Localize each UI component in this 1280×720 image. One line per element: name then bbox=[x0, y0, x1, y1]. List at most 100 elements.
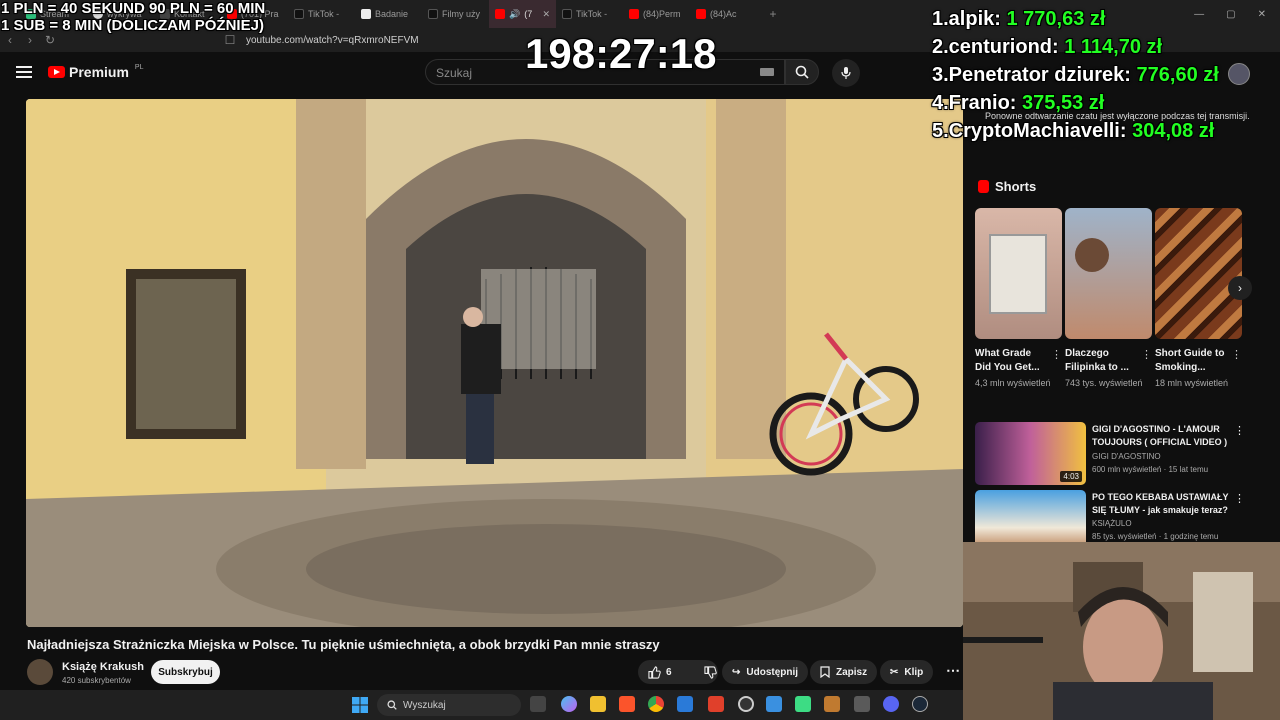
short-card[interactable]: What Grade Did You Get... 4,3 mln wyświe… bbox=[975, 208, 1062, 390]
top-donor-row: 1.alpik: 1 770,63 zł bbox=[932, 8, 1105, 31]
more-options-icon[interactable]: ⋮ bbox=[1141, 348, 1152, 361]
channel-avatar[interactable] bbox=[27, 659, 53, 685]
thumbs-down-icon bbox=[703, 665, 717, 679]
clip-label: Klip bbox=[904, 666, 924, 678]
like-dislike-group: 6 bbox=[638, 660, 718, 684]
short-views: 18 mln wyświetleń bbox=[1155, 378, 1229, 388]
maximize-icon[interactable]: ▢ bbox=[1226, 9, 1235, 20]
more-options-icon[interactable]: ⋮ bbox=[1051, 348, 1062, 361]
channel-name: KSIĄŻULO bbox=[1092, 519, 1132, 528]
minimize-icon[interactable]: — bbox=[1194, 9, 1204, 20]
video-player[interactable] bbox=[26, 99, 963, 627]
brave-icon[interactable] bbox=[708, 696, 724, 712]
browser-tab[interactable]: TikTok - bbox=[556, 0, 623, 28]
more-options-icon[interactable]: ⋮ bbox=[1234, 424, 1245, 437]
browser-tab[interactable]: (84)Ac bbox=[690, 0, 757, 28]
obs-icon[interactable] bbox=[738, 696, 754, 712]
url-field[interactable]: youtube.com/watch?v=qRxmroNEFVM bbox=[246, 35, 419, 46]
browser-tab[interactable]: (84)Perm bbox=[623, 0, 690, 28]
logo-text: Premium bbox=[69, 64, 129, 80]
share-label: Udostępnij bbox=[746, 666, 799, 678]
short-title: What Grade Did You Get... bbox=[975, 348, 1040, 373]
chrome-icon[interactable] bbox=[648, 696, 664, 712]
voice-search-button[interactable] bbox=[832, 59, 860, 87]
channel-name: GIGI D'AGOSTINO bbox=[1092, 452, 1161, 461]
search-icon bbox=[387, 700, 397, 710]
donor-amount: 304,08 zł bbox=[1132, 120, 1215, 142]
shorts-title: Shorts bbox=[995, 179, 1037, 194]
save-label: Zapisz bbox=[836, 666, 868, 678]
donor-name: 2.centuriond: bbox=[932, 36, 1059, 58]
hamburger-menu-icon[interactable] bbox=[16, 66, 32, 78]
short-card[interactable]: Dlaczego Filipinka to ... 743 tys. wyświ… bbox=[1065, 208, 1152, 390]
store-icon[interactable] bbox=[677, 696, 693, 712]
donor-name: 5.CryptoMachiavelli: bbox=[932, 120, 1127, 142]
close-window-icon[interactable]: ✕ bbox=[1258, 9, 1266, 20]
share-button[interactable]: ↪ Udostępnij bbox=[722, 660, 809, 684]
more-options-icon[interactable]: ⋮ bbox=[1234, 492, 1245, 505]
subscribe-button[interactable]: Subskrybuj bbox=[151, 660, 220, 684]
tab-label: (84)Perm bbox=[643, 9, 681, 19]
browser-tab[interactable]: Filmy uży bbox=[422, 0, 489, 28]
donor-name: 3.Penetrator dziurek: bbox=[932, 64, 1131, 86]
subscriber-count: 420 subskrybentów bbox=[62, 676, 131, 685]
tab-favicon-icon bbox=[294, 9, 304, 19]
short-thumbnail bbox=[1065, 208, 1152, 339]
shorts-icon bbox=[978, 180, 989, 193]
like-button[interactable]: 6 bbox=[638, 660, 682, 684]
new-tab-icon[interactable]: + bbox=[763, 7, 783, 21]
browser-tab-active[interactable]: 🔊 (7 ✕ bbox=[489, 0, 556, 28]
browser-tab[interactable]: TikTok - bbox=[288, 0, 355, 28]
close-tab-icon[interactable]: ✕ bbox=[542, 9, 550, 20]
like-count: 6 bbox=[666, 666, 672, 678]
calculator-icon[interactable] bbox=[854, 696, 870, 712]
channel-name[interactable]: Książę Krakush bbox=[62, 661, 144, 673]
subscription-rate-text: 1 SUB = 8 MIN (DOLICZAM PÓŹNIEJ) bbox=[1, 17, 264, 34]
more-actions-icon[interactable]: ⋯ bbox=[946, 662, 960, 679]
chevron-right-icon: › bbox=[1238, 281, 1242, 295]
donor-amount: 776,60 zł bbox=[1136, 64, 1219, 86]
forward-icon[interactable]: › bbox=[20, 33, 40, 47]
browser-tab[interactable]: Badanie bbox=[355, 0, 422, 28]
video-thumbnail: 4:03 bbox=[975, 422, 1086, 485]
video-meta: 85 tys. wyświetleń · 1 godzinę temu bbox=[1092, 532, 1219, 541]
donor-amount: 375,53 zł bbox=[1022, 92, 1105, 114]
donor-amount: 1 114,70 zł bbox=[1064, 36, 1163, 58]
short-card[interactable]: Short Guide to Smoking... 18 mln wyświet… bbox=[1155, 208, 1242, 390]
donor-name: 1.alpik: bbox=[932, 8, 1001, 30]
top-donor-row: 3.Penetrator dziurek: 776,60 zł bbox=[932, 64, 1219, 87]
task-view-icon[interactable] bbox=[530, 696, 546, 712]
back-icon[interactable]: ‹ bbox=[0, 33, 20, 47]
donor-name: 4.Franio: bbox=[932, 92, 1017, 114]
steam-icon[interactable] bbox=[912, 696, 928, 712]
windows-start-icon[interactable] bbox=[352, 697, 368, 713]
more-options-icon[interactable]: ⋮ bbox=[1231, 348, 1242, 361]
photos-icon[interactable] bbox=[766, 696, 782, 712]
search-button[interactable] bbox=[785, 59, 819, 85]
file-explorer-icon[interactable] bbox=[590, 696, 606, 712]
android-icon[interactable] bbox=[795, 696, 811, 712]
clip-button[interactable]: ✂ Klip bbox=[880, 660, 934, 684]
webcam-frame bbox=[963, 542, 1280, 720]
taskbar-search[interactable]: Wyszukaj bbox=[377, 694, 521, 716]
shorts-header: Shorts bbox=[978, 179, 1036, 194]
share-icon: ↪ bbox=[732, 666, 741, 678]
bookmark-icon[interactable]: ☐ bbox=[220, 33, 240, 47]
brave-browser-icon[interactable] bbox=[619, 696, 635, 712]
video-frame bbox=[26, 99, 963, 627]
video-title: GIGI D'AGOSTINO - L'AMOUR TOUJOURS ( OFF… bbox=[1092, 424, 1228, 447]
youtube-logo[interactable]: Premium PL bbox=[48, 64, 143, 80]
short-thumbnail bbox=[975, 208, 1062, 339]
thumbs-up-icon bbox=[648, 665, 661, 679]
scissors-icon: ✂ bbox=[890, 666, 899, 678]
youtube-play-icon bbox=[48, 66, 65, 78]
user-avatar[interactable] bbox=[1228, 63, 1250, 85]
reload-icon[interactable]: ↻ bbox=[40, 33, 60, 47]
keyboard-icon[interactable] bbox=[760, 68, 774, 76]
copilot-icon[interactable] bbox=[561, 696, 577, 712]
app-icon[interactable] bbox=[824, 696, 840, 712]
recommended-video[interactable]: 4:03 GIGI D'AGOSTINO - L'AMOUR TOUJOURS … bbox=[975, 422, 1275, 486]
discord-icon[interactable] bbox=[883, 696, 899, 712]
save-button[interactable]: Zapisz bbox=[810, 660, 878, 684]
shorts-next-button[interactable]: › bbox=[1228, 276, 1252, 300]
